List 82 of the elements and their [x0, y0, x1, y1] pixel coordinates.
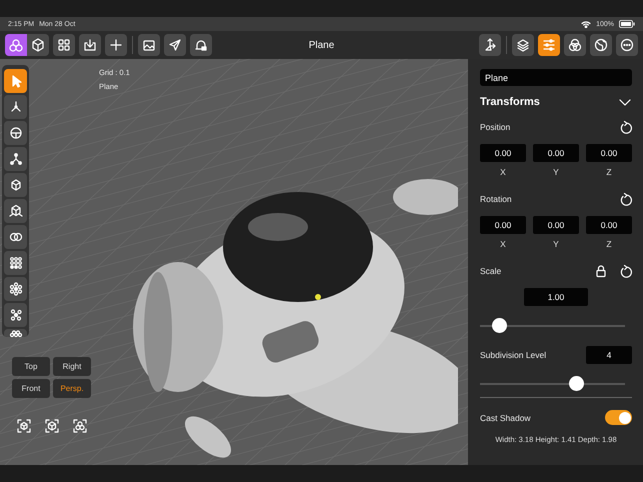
reset-icon[interactable]: [618, 120, 632, 134]
send-icon: [167, 37, 183, 53]
slider-thumb[interactable]: [492, 318, 507, 333]
tool-button[interactable]: [4, 147, 27, 170]
cube-icon: [30, 37, 46, 53]
field-label: Position: [480, 122, 512, 132]
layers-icon: [515, 37, 531, 53]
value-field[interactable]: 0.00: [586, 216, 632, 234]
plus-icon: [108, 37, 124, 53]
reset-icon[interactable]: [618, 264, 632, 278]
frame-nodes-button[interactable]: [71, 417, 88, 434]
axis-label: X: [500, 167, 506, 177]
battery-icon: [619, 20, 635, 28]
plus-button[interactable]: [105, 34, 127, 56]
object-name-field[interactable]: Plane: [480, 69, 632, 86]
move-button[interactable]: [479, 34, 501, 56]
value-field[interactable]: 0.00: [480, 216, 526, 234]
axis-label: Y: [553, 167, 559, 177]
field-label: Subdivision Level: [480, 350, 548, 360]
tool-button[interactable]: [4, 251, 27, 274]
grid-button[interactable]: [53, 34, 75, 56]
frame-cube-button[interactable]: [15, 417, 32, 434]
field-label: Scale: [480, 266, 502, 276]
value-field[interactable]: 0.00: [480, 144, 526, 162]
circles-icon: [567, 37, 583, 53]
globe-icon: [593, 37, 609, 53]
dots-row-icon: [8, 330, 24, 337]
reset-icon[interactable]: [618, 192, 632, 206]
sliders-icon: [541, 37, 557, 53]
tool-button[interactable]: [4, 329, 27, 337]
lock-icon[interactable]: [594, 264, 608, 278]
frame-nodes-icon: [72, 418, 88, 434]
document-title: Plane: [308, 40, 336, 50]
dots-cluster-icon: [8, 280, 24, 297]
tool-button[interactable]: [4, 199, 27, 222]
view-button[interactable]: Right: [53, 357, 91, 376]
cube-button[interactable]: [27, 34, 49, 56]
value-field[interactable]: 0.00: [533, 216, 579, 234]
sphere-icon: [8, 124, 24, 141]
axis-label: Z: [606, 239, 612, 249]
import-button[interactable]: [79, 34, 101, 56]
cast-shadow-toggle[interactable]: [605, 410, 632, 425]
axis-label: Y: [553, 239, 559, 249]
view-button[interactable]: Front: [12, 379, 50, 398]
toggle-label: Cast Shadow: [480, 412, 532, 422]
sliders-button[interactable]: [538, 34, 560, 56]
tool-button[interactable]: [4, 121, 27, 144]
bell-button[interactable]: [190, 34, 212, 56]
more-button[interactable]: [616, 34, 638, 56]
globe-button[interactable]: [590, 34, 612, 56]
tool-button[interactable]: [4, 303, 27, 326]
axis-label: X: [500, 239, 506, 249]
field-label: Rotation: [480, 194, 513, 204]
frame-cube-icon: [16, 418, 32, 434]
wifi-icon: [581, 20, 592, 28]
dots-grid-icon: [8, 254, 24, 271]
more-icon: [619, 37, 635, 53]
nodes-button[interactable]: [5, 34, 27, 56]
view-button[interactable]: Persp.: [53, 379, 91, 398]
nodes-icon: [8, 37, 24, 53]
scale-field[interactable]: 1.00: [524, 288, 588, 306]
view-button[interactable]: Top: [12, 357, 50, 376]
layers-button[interactable]: [512, 34, 534, 56]
tool-button[interactable]: [4, 173, 27, 196]
value-field[interactable]: 0.00: [533, 144, 579, 162]
slider-thumb[interactable]: [568, 376, 584, 391]
tool-button[interactable]: [4, 277, 27, 300]
frame-cube-button[interactable]: [43, 417, 60, 434]
circles-button[interactable]: [564, 34, 586, 56]
image-button[interactable]: [138, 34, 160, 56]
tool-button[interactable]: [4, 95, 27, 118]
axis-label: Z: [606, 167, 612, 177]
frame-cube-icon: [44, 418, 60, 434]
grid-icon: [56, 37, 72, 53]
tool-button[interactable]: [4, 225, 27, 248]
cube-icon: [8, 202, 24, 219]
import-icon: [82, 37, 98, 53]
section-title: Transforms: [480, 96, 540, 108]
send-button[interactable]: [164, 34, 186, 56]
vertex-icon: [8, 150, 24, 167]
subdivision-field[interactable]: 4: [586, 346, 632, 364]
value-field[interactable]: 0.00: [586, 144, 632, 162]
